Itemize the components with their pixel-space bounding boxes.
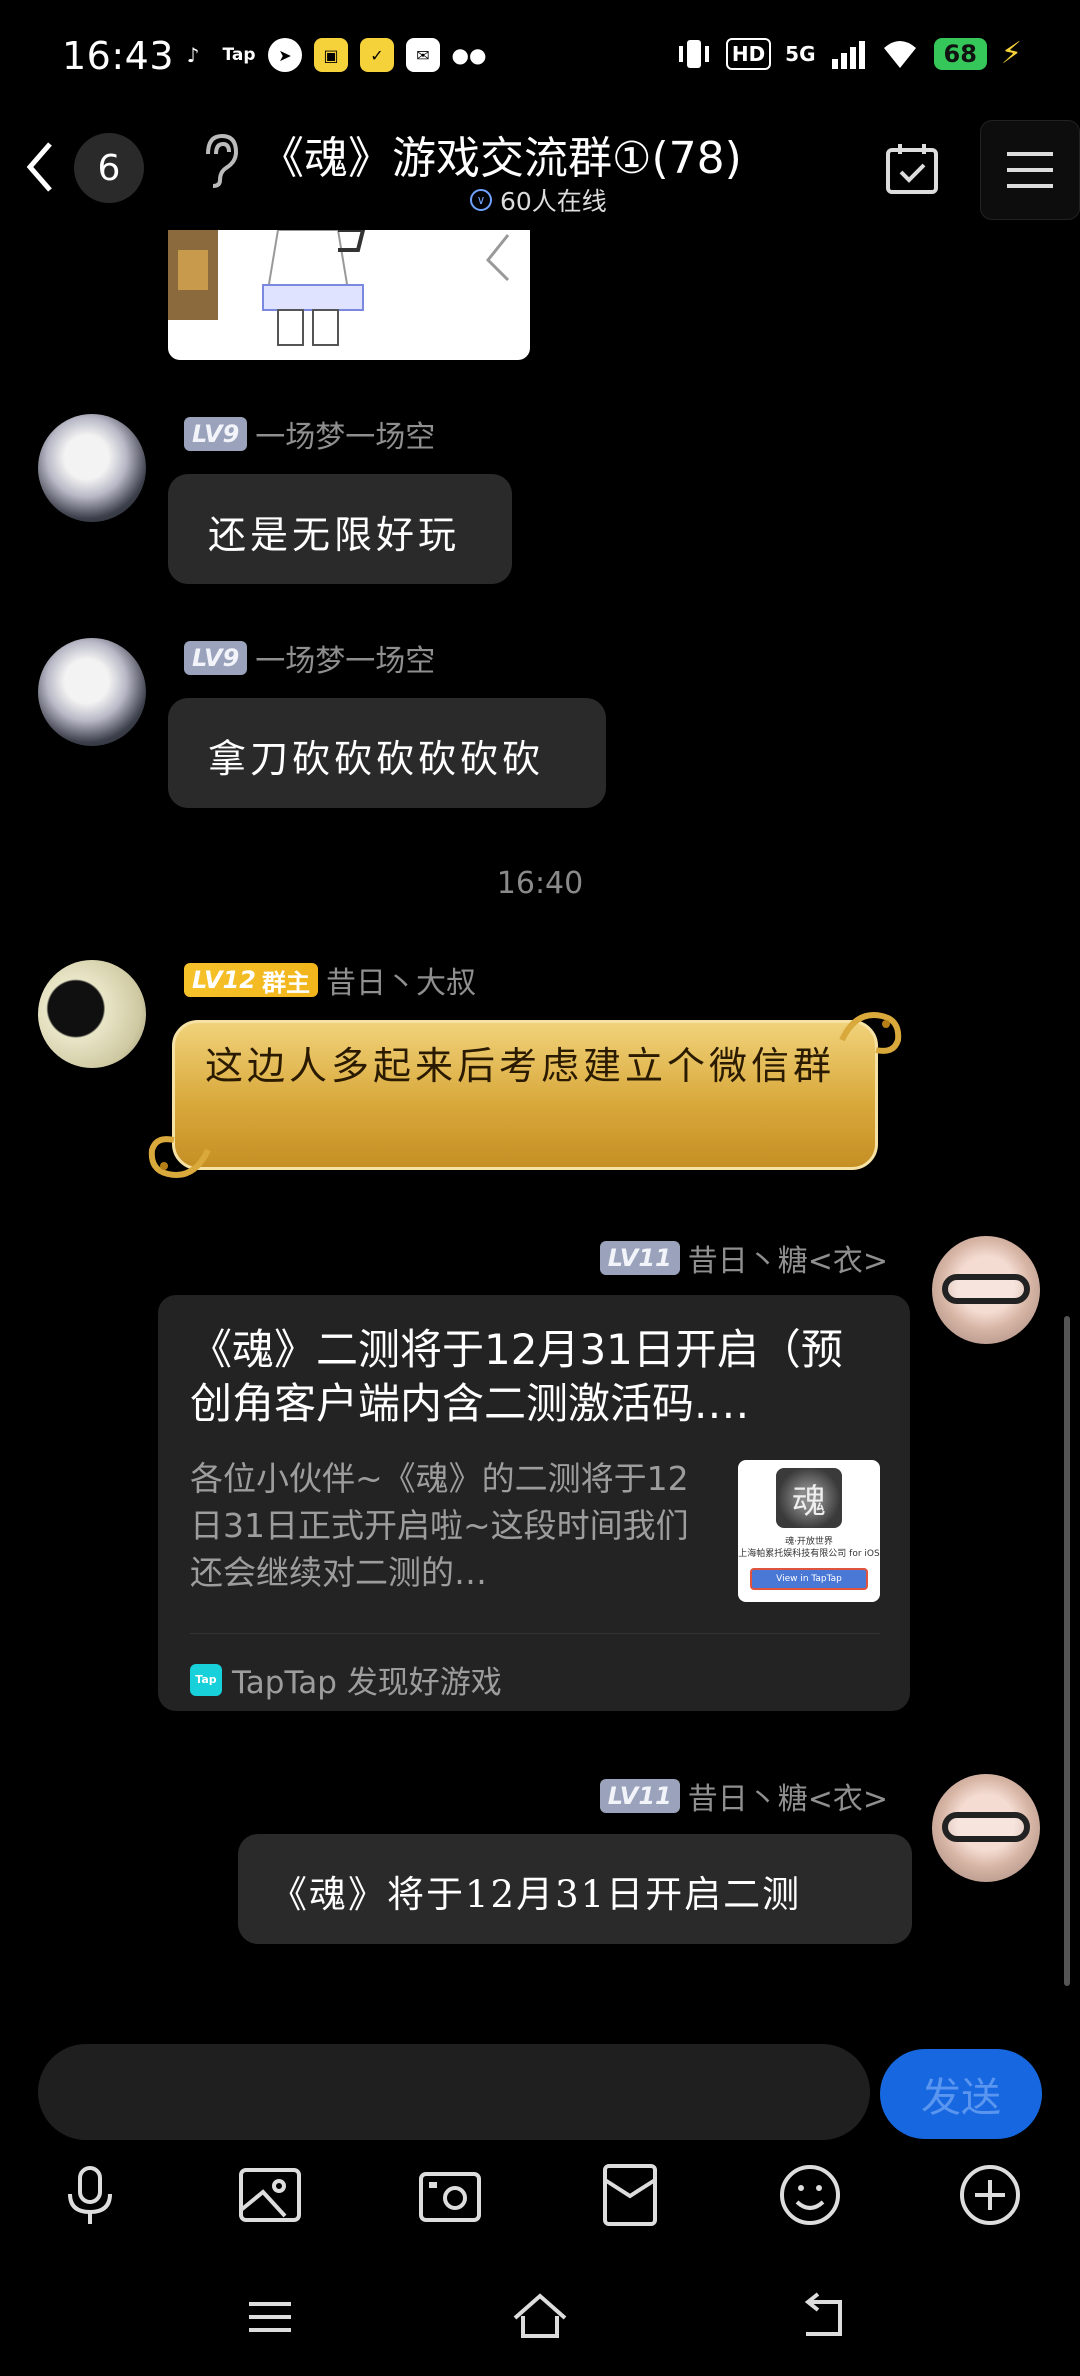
back-nav-icon[interactable] bbox=[790, 2282, 860, 2352]
message-input[interactable] bbox=[38, 2044, 870, 2140]
sender-name[interactable]: 昔日丶大叔 bbox=[326, 958, 476, 1002]
emoji-icon[interactable] bbox=[775, 2160, 845, 2230]
microphone-icon[interactable] bbox=[55, 2160, 125, 2230]
avatar[interactable] bbox=[38, 414, 146, 522]
send-button[interactable]: 发送 bbox=[880, 2049, 1042, 2139]
link-card[interactable]: 《魂》二测将于12月31日开启（预创角客户端内含二测激活码.… 各位小伙伴~《魂… bbox=[158, 1295, 910, 1711]
sender-name[interactable]: 一场梦一场空 bbox=[255, 636, 435, 680]
goggles bbox=[942, 1812, 1030, 1842]
charging-icon: ⚡ bbox=[1000, 36, 1022, 71]
image-icon[interactable] bbox=[235, 2160, 305, 2230]
sender-name[interactable]: 昔日丶糖<衣> bbox=[688, 1774, 888, 1818]
chat-header: 6 《魂》游戏交流群①(78) ∨ 60人在线 bbox=[0, 112, 1080, 230]
taptap-logo-icon: Tap bbox=[190, 1663, 222, 1696]
sender-name[interactable]: 昔日丶糖<衣> bbox=[688, 1236, 888, 1280]
message-bubble[interactable]: 还是无限好玩 bbox=[168, 474, 512, 584]
level-badge: LV9 bbox=[184, 417, 248, 451]
avatar[interactable] bbox=[932, 1774, 1040, 1882]
wechat-icon: ●● bbox=[451, 43, 487, 67]
level-badge: LV9 bbox=[184, 641, 248, 675]
eleme-icon: ▣ bbox=[314, 38, 348, 72]
goggles bbox=[942, 1274, 1030, 1304]
scrollbar[interactable] bbox=[1064, 1316, 1070, 1986]
chevron-down-icon: ∨ bbox=[470, 189, 492, 211]
red-packet-icon[interactable] bbox=[595, 2160, 665, 2230]
menu-button[interactable] bbox=[980, 120, 1080, 220]
unread-badge[interactable]: 6 bbox=[74, 133, 144, 203]
dragon-ornament-icon bbox=[148, 1136, 211, 1178]
tiktok-icon: ♪ bbox=[186, 43, 200, 67]
hd-icon: HD bbox=[725, 37, 772, 70]
battery-indicator: 68 bbox=[933, 37, 987, 70]
tap-icon: Tap bbox=[222, 45, 256, 65]
status-bar: 16:43 ♪ Tap ➤ ▣ ✓ ✉ ●● HD 5G 68 ⚡ bbox=[0, 0, 1080, 112]
avatar[interactable] bbox=[932, 1236, 1040, 1344]
wifi-icon bbox=[883, 40, 916, 68]
group-title[interactable]: 《魂》游戏交流群①(78) bbox=[260, 122, 742, 186]
sender-info: LV9 一场梦一场空 bbox=[184, 412, 435, 456]
message-bubble[interactable]: 《魂》将于12月31日开启二测 bbox=[238, 1834, 912, 1944]
message-text: 还是无限好玩 bbox=[208, 513, 461, 557]
qq-icon: ✓ bbox=[360, 38, 394, 72]
online-count: 60人在线 bbox=[500, 187, 607, 216]
message-list[interactable]: LV9 一场梦一场空 还是无限好玩 LV9 一场梦一场空 拿刀砍砍砍砍砍砍 16… bbox=[0, 230, 1080, 2020]
message-bubble[interactable]: 拿刀砍砍砍砍砍砍 bbox=[168, 698, 606, 808]
speed-icon: ➤ bbox=[268, 38, 302, 72]
home-icon[interactable] bbox=[505, 2282, 575, 2352]
sender-name[interactable]: 一场梦一场空 bbox=[255, 412, 435, 456]
game-logo: 魂 bbox=[776, 1468, 842, 1528]
plus-icon[interactable] bbox=[955, 2160, 1025, 2230]
earpiece-mode-icon[interactable] bbox=[198, 130, 242, 190]
message-text: 《魂》将于12月31日开启二测 bbox=[270, 1873, 802, 1916]
level-badge: LV11 bbox=[599, 1241, 680, 1275]
online-status[interactable]: ∨ 60人在线 bbox=[470, 182, 607, 218]
card-title: 《魂》二测将于12月31日开启（预创角客户端内含二测激活码.… bbox=[190, 1325, 843, 1428]
sticker-image bbox=[168, 230, 510, 346]
recents-menu-icon[interactable] bbox=[235, 2282, 305, 2352]
sender-info: LV11 昔日丶糖<衣> bbox=[599, 1236, 888, 1280]
status-time: 16:43 bbox=[62, 34, 175, 78]
avatar[interactable] bbox=[38, 960, 146, 1068]
check-in-calendar-icon[interactable] bbox=[882, 138, 942, 198]
signal-icon bbox=[831, 40, 865, 69]
owner-role: 群主 bbox=[261, 968, 310, 997]
vibrate-icon bbox=[678, 39, 709, 68]
timestamp-divider: 16:40 bbox=[496, 866, 584, 901]
avatar[interactable] bbox=[38, 638, 146, 746]
message-bubble[interactable]: 这边人多起来后考虑建立个微信群 bbox=[172, 1020, 878, 1170]
system-nav-bar bbox=[0, 2260, 1080, 2376]
camera-icon[interactable] bbox=[415, 2160, 485, 2230]
mail-icon: ✉ bbox=[406, 38, 440, 72]
level-badge: LV12 群主 bbox=[184, 963, 318, 997]
sender-info: LV9 一场梦一场空 bbox=[184, 636, 435, 680]
sender-info: LV12 群主 昔日丶大叔 bbox=[184, 958, 476, 1002]
hamburger-menu-icon bbox=[1007, 152, 1053, 188]
message-text: 拿刀砍砍砍砍砍砍 bbox=[208, 737, 545, 781]
dragon-ornament-icon bbox=[839, 1012, 902, 1054]
level-label: LV12 bbox=[192, 966, 256, 994]
input-toolbar bbox=[0, 2150, 1080, 2240]
status-indicators: HD 5G 68 ⚡ bbox=[676, 36, 1022, 71]
card-thumbnail: 魂 魂·开放世界 上海帕累托娱科技有限公司 for iOS View in Ta… bbox=[738, 1460, 880, 1602]
back-arrow-icon[interactable] bbox=[14, 132, 64, 202]
card-description: 各位小伙伴~《魂》的二测将于12日31日正式开启啦~这段时间我们还会继续对二测的… bbox=[190, 1459, 689, 1592]
thumb-view-button: View in TapTap bbox=[750, 1568, 868, 1590]
sender-info: LV11 昔日丶糖<衣> bbox=[599, 1774, 888, 1818]
image-message[interactable] bbox=[168, 230, 530, 360]
source-label: TapTap 发现好游戏 bbox=[232, 1665, 502, 1701]
network-type: 5G bbox=[785, 41, 816, 66]
level-badge: LV11 bbox=[599, 1779, 680, 1813]
notification-icons: ♪ Tap ➤ ▣ ✓ ✉ ●● bbox=[176, 38, 486, 72]
card-source: Tap TapTap 发现好游戏 bbox=[190, 1657, 502, 1702]
message-text: 这边人多起来后考虑建立个微信群 bbox=[205, 1044, 836, 1088]
thumb-publisher: 上海帕累托娱科技有限公司 for iOS bbox=[738, 1549, 880, 1559]
card-divider bbox=[190, 1633, 880, 1634]
